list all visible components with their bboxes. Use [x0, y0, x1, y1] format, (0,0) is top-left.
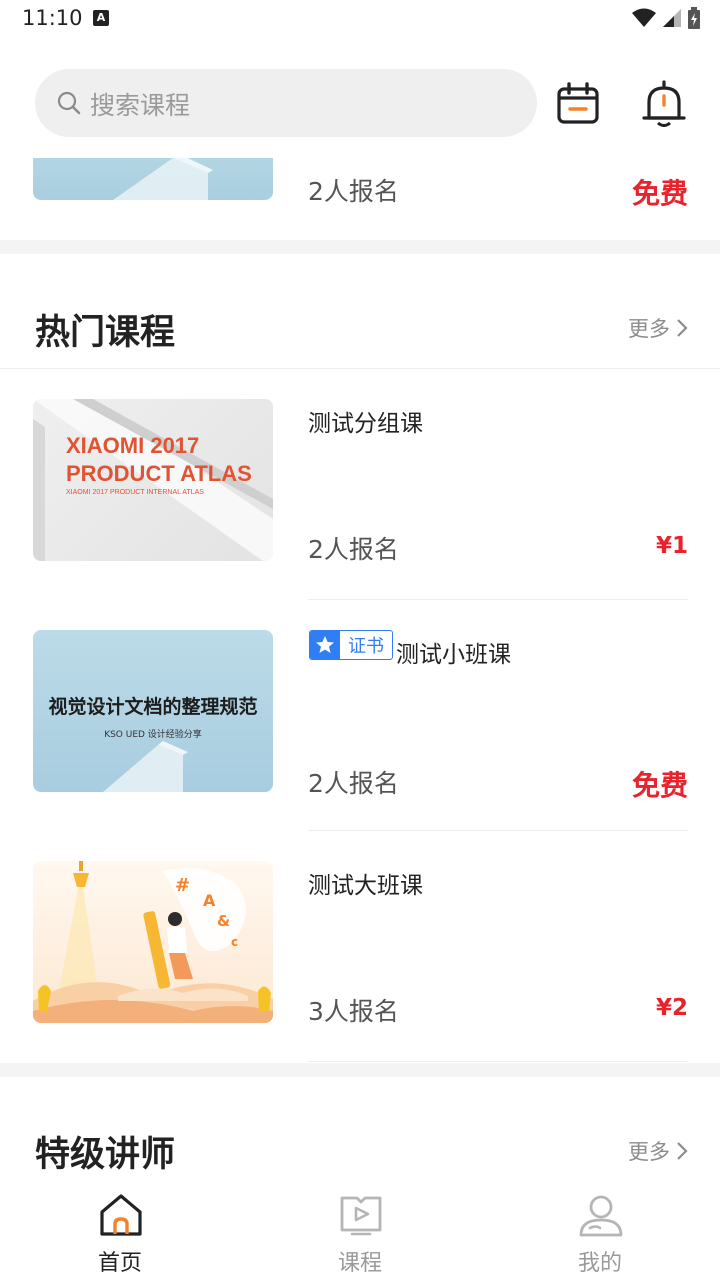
- search-placeholder: 搜索课程: [90, 91, 191, 120]
- course-thumbnail: 视觉设计文档的整理规范 KSO UED 设计经验分享: [33, 630, 273, 792]
- search-icon: [57, 91, 81, 115]
- svg-text:&: &: [217, 912, 230, 930]
- section-divider: [0, 240, 720, 254]
- search-input[interactable]: 搜索课程: [35, 69, 537, 137]
- enroll-count: 2人报名: [308, 769, 399, 798]
- star-icon: [310, 631, 340, 659]
- thumb-caption: XIAOMI 2017 PRODUCT INTERNAL ATLAS: [66, 489, 204, 496]
- thumb-caption: KSO UED 设计经验分享: [104, 730, 202, 740]
- cell-signal-icon: [663, 9, 681, 27]
- chevron-right-icon: [677, 319, 688, 337]
- nav-item-courses[interactable]: 课程: [240, 1180, 480, 1280]
- course-card-partial[interactable]: 2人报名 免费: [0, 158, 720, 240]
- certificate-label: 证书: [348, 636, 384, 657]
- status-bar: 11:10 A: [0, 0, 720, 40]
- hot-courses-title: 热门课程: [35, 313, 176, 353]
- home-icon: [100, 1194, 142, 1236]
- header-divider: [0, 368, 720, 369]
- course-item[interactable]: # A & c 测试大班课 3人报名 ¥2: [0, 861, 720, 1061]
- nav-label: 课程: [337, 1251, 382, 1276]
- system-status-icons: [632, 6, 700, 30]
- battery-icon: [688, 7, 700, 29]
- notification-bell-icon[interactable]: [641, 80, 687, 128]
- reading-illustration: # A & c: [33, 861, 273, 1023]
- nav-item-profile[interactable]: 我的: [480, 1180, 720, 1280]
- svg-text:#: #: [175, 875, 190, 896]
- course-price: 免费: [631, 769, 688, 802]
- building-illustration: [113, 158, 213, 200]
- thumb-heading-line1: XIAOMI 2017: [66, 433, 200, 458]
- svg-text:A: A: [203, 891, 216, 910]
- nav-label: 首页: [97, 1251, 142, 1276]
- course-price: ¥2: [655, 995, 688, 1021]
- course-thumbnail: [33, 158, 273, 200]
- certificate-badge: 证书: [309, 630, 393, 660]
- course-title: 测试大班课: [308, 873, 423, 899]
- home-page: 11:10 A 搜索课程 2人报名 免费 热门课程 更多 XIAOMI 2017…: [0, 0, 720, 1280]
- hot-courses-more-link[interactable]: 更多: [628, 313, 688, 343]
- more-label: 更多: [628, 1140, 670, 1164]
- svg-text:c: c: [231, 935, 238, 949]
- course-item[interactable]: XIAOMI 2017 PRODUCT ATLAS XIAOMI 2017 PR…: [0, 399, 720, 599]
- profile-icon: [579, 1195, 623, 1237]
- enroll-count: 3人报名: [308, 997, 399, 1026]
- enroll-count: 2人报名: [308, 535, 399, 564]
- nav-label: 我的: [577, 1251, 622, 1276]
- course-title: 测试分组课: [308, 411, 423, 437]
- teachers-more-link[interactable]: 更多: [628, 1136, 688, 1166]
- course-price: 免费: [631, 177, 688, 210]
- calendar-icon[interactable]: [555, 81, 601, 127]
- bottom-nav: 首页 课程 我的: [0, 1180, 720, 1280]
- item-divider: [308, 599, 688, 600]
- enroll-count: 2人报名: [308, 177, 399, 206]
- course-icon: [340, 1196, 382, 1236]
- course-thumbnail: # A & c: [33, 861, 273, 1023]
- section-divider: [0, 1063, 720, 1077]
- notification-app-icon: A: [93, 10, 109, 26]
- chevron-right-icon: [677, 1142, 688, 1160]
- thumb-heading-line2: PRODUCT ATLAS: [66, 461, 252, 486]
- course-price: ¥1: [655, 533, 688, 559]
- course-title: 测试小班课: [396, 642, 511, 668]
- item-divider: [308, 830, 688, 831]
- teachers-title: 特级讲师: [35, 1135, 176, 1175]
- nav-item-home[interactable]: 首页: [0, 1180, 240, 1280]
- course-item[interactable]: 视觉设计文档的整理规范 KSO UED 设计经验分享: [0, 630, 720, 830]
- wifi-icon: [632, 8, 656, 27]
- course-thumbnail: XIAOMI 2017 PRODUCT ATLAS XIAOMI 2017 PR…: [33, 399, 273, 561]
- more-label: 更多: [628, 317, 670, 341]
- status-time: 11:10: [22, 6, 83, 30]
- thumb-heading: 视觉设计文档的整理规范: [48, 696, 258, 718]
- item-divider: [308, 1061, 688, 1062]
